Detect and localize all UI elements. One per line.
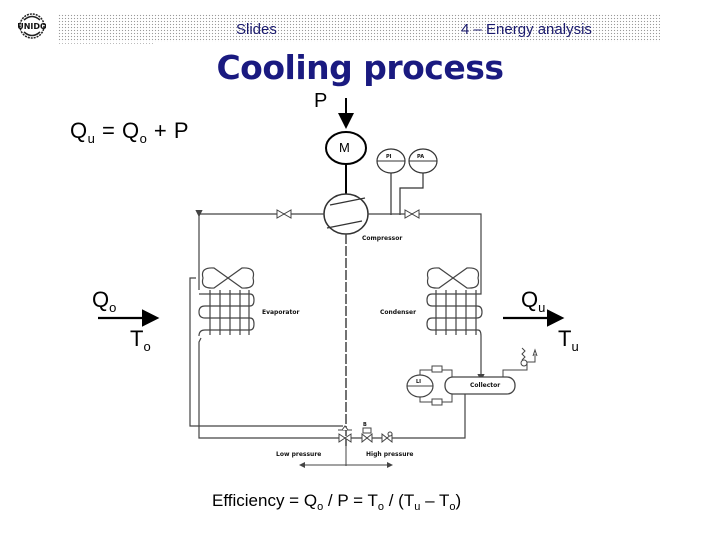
eff-t2-sub: u xyxy=(414,501,421,513)
evaporator-fan-icon xyxy=(201,267,255,289)
relief-valve-icon xyxy=(502,347,538,377)
suction-line xyxy=(198,213,324,216)
efficiency-formula: Efficiency = Qo / P = To / (Tu – To) xyxy=(212,491,462,513)
discharge-valve-icon xyxy=(404,209,420,219)
eff-q-sub: o xyxy=(317,501,324,513)
temp-in-label: To xyxy=(130,326,151,354)
evaporator-label: Evaporator xyxy=(262,309,300,316)
low-pressure-label: Low pressure xyxy=(276,451,322,458)
heat-in-label: Qo xyxy=(92,287,117,315)
evaporator-return xyxy=(198,337,340,439)
heat-in-q: Q xyxy=(92,287,110,312)
temp-in-t: T xyxy=(130,326,144,351)
condenser-label: Condenser xyxy=(380,309,417,316)
eff-mid1: / P = xyxy=(323,491,368,510)
heat-in-sub: o xyxy=(109,300,117,315)
eff-t3: T xyxy=(438,491,450,510)
eff-q: Q xyxy=(303,491,318,510)
heat-out-sub: u xyxy=(538,300,546,315)
eff-end: ) xyxy=(455,491,462,510)
refrigeration-diagram xyxy=(98,98,565,468)
eff-t1: T xyxy=(367,491,378,510)
sight-glass-label: LI xyxy=(416,379,422,385)
expansion-valve-icon xyxy=(338,425,352,443)
evaporator-bypass xyxy=(189,277,343,427)
temp-out-sub: u xyxy=(571,339,579,354)
eff-mid3: – xyxy=(420,491,439,510)
valve-b-label: B xyxy=(363,422,367,428)
temp-in-sub: o xyxy=(143,339,151,354)
evaporator-coil xyxy=(198,290,255,337)
gauge-pi-label: PI xyxy=(386,154,392,160)
heat-out-q: Q xyxy=(521,287,539,312)
condenser-fan-icon xyxy=(426,267,480,289)
collector-label: Collector xyxy=(470,382,501,389)
heat-out-label: Qu xyxy=(521,287,546,315)
condenser-coil xyxy=(426,290,483,337)
valve-b-icon xyxy=(361,427,373,444)
compressor-label: Compressor xyxy=(362,235,403,242)
temp-out-label: Tu xyxy=(558,326,579,354)
high-pressure-label: High pressure xyxy=(366,451,414,458)
liquid-valve-icon xyxy=(381,431,393,444)
power-label: P xyxy=(314,90,328,112)
compressor-symbol xyxy=(323,193,369,235)
eff-t2: T xyxy=(403,491,415,510)
eff-t1-sub: o xyxy=(377,501,384,513)
eff-mid2: / ( xyxy=(383,491,404,510)
suction-valve-icon xyxy=(276,209,292,219)
eff-t3-sub: o xyxy=(449,501,456,513)
eff-label: Efficiency = xyxy=(212,491,304,510)
motor-label: M xyxy=(339,140,350,155)
liquid-line xyxy=(340,394,466,439)
temp-out-t: T xyxy=(558,326,572,351)
gauge-pa-label: PA xyxy=(417,154,425,160)
